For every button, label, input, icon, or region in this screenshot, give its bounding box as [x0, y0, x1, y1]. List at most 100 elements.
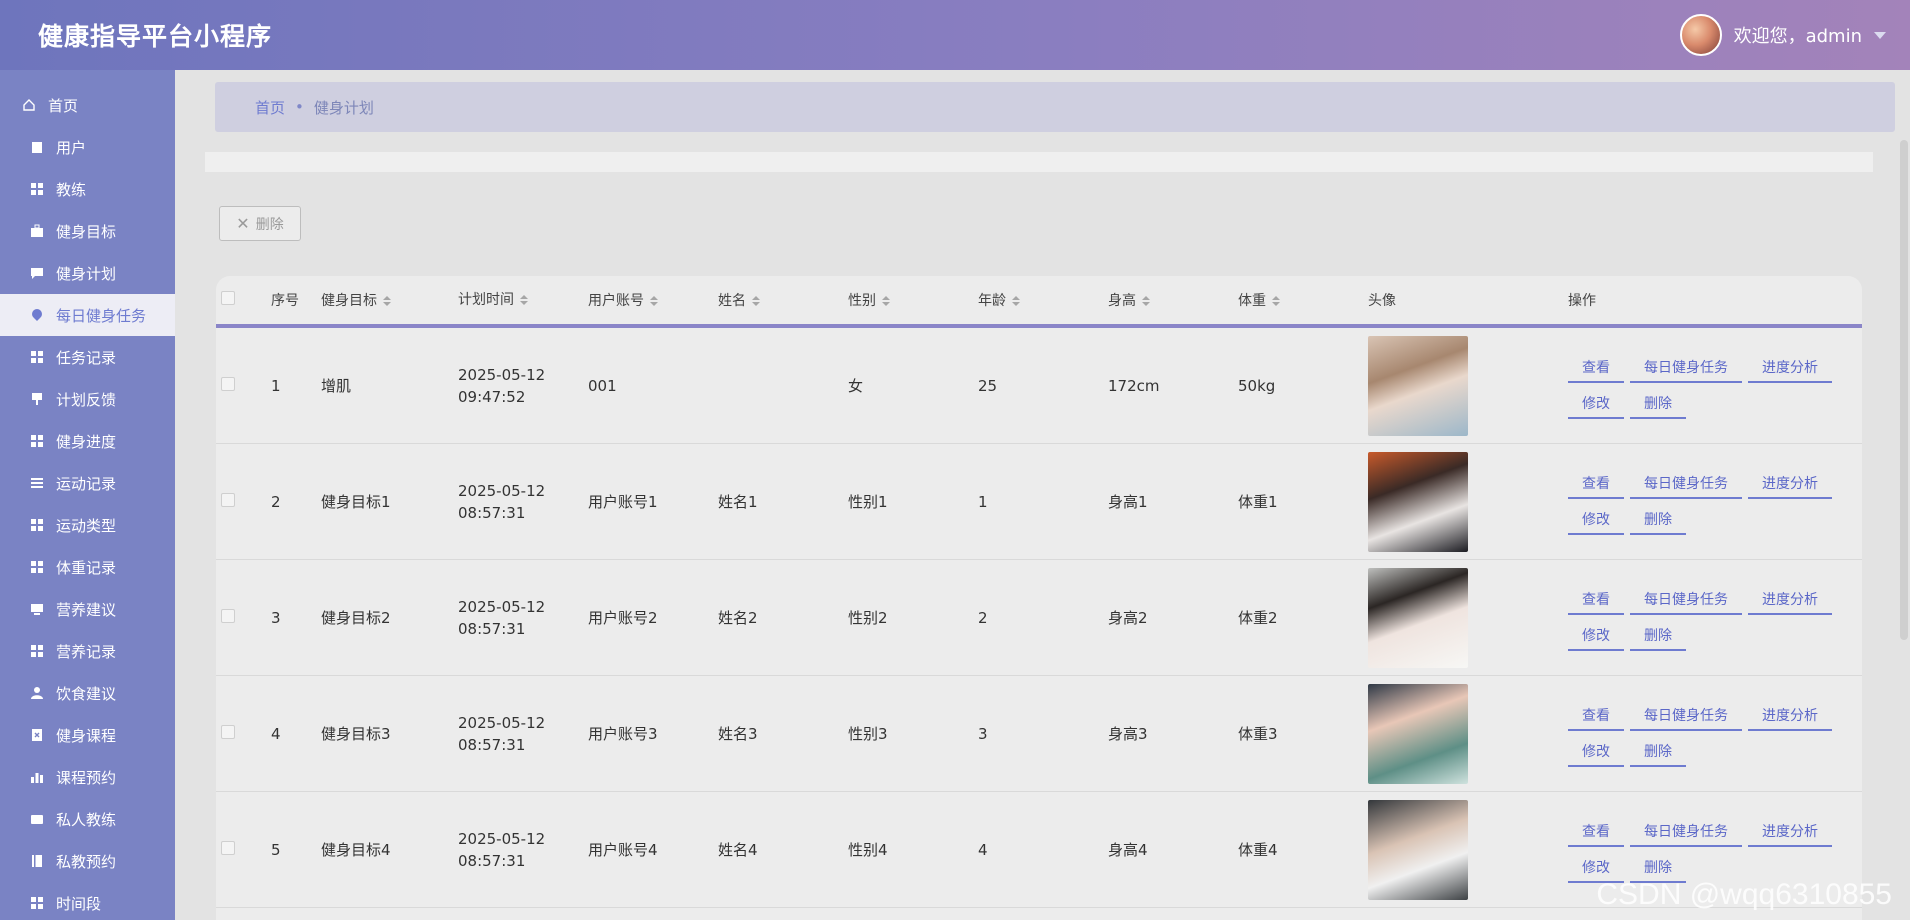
avatar[interactable]	[1679, 14, 1722, 56]
sort-icon[interactable]	[1272, 296, 1280, 306]
sort-icon[interactable]	[650, 296, 658, 306]
sidebar-item-nutrition-record[interactable]: 营养记录	[0, 630, 175, 672]
row-sex: 性别1	[848, 493, 888, 511]
sidebar-item-coach[interactable]: 教练	[0, 168, 175, 210]
row-goal: 健身目标4	[321, 841, 391, 859]
progress-analysis-button[interactable]: 进度分析	[1748, 585, 1832, 615]
row-weight: 体重3	[1238, 725, 1278, 743]
daily-task-button[interactable]: 每日健身任务	[1630, 469, 1742, 499]
progress-analysis-button[interactable]: 进度分析	[1748, 353, 1832, 383]
row-checkbox[interactable]	[221, 608, 235, 623]
view-button[interactable]: 查看	[1568, 469, 1624, 499]
header-time-cell[interactable]: 计划时间	[458, 289, 588, 311]
view-button[interactable]: 查看	[1568, 817, 1624, 847]
table-row: 2 健身目标1 2025-05-12 08:57:31 用户账号1 姓名1 性别…	[216, 444, 1862, 560]
row-avatar-cell	[1368, 451, 1568, 552]
row-sex: 性别3	[848, 725, 888, 743]
view-button[interactable]: 查看	[1568, 585, 1624, 615]
sort-icon[interactable]	[383, 296, 391, 306]
edit-button[interactable]: 修改	[1568, 389, 1624, 419]
grid-icon	[30, 182, 44, 196]
progress-analysis-button[interactable]: 进度分析	[1748, 469, 1832, 499]
daily-task-button[interactable]: 每日健身任务	[1630, 817, 1742, 847]
edit-button[interactable]: 修改	[1568, 621, 1624, 651]
delete-button[interactable]: 删除	[1630, 621, 1686, 651]
sidebar-item-fitness-course[interactable]: 健身课程	[0, 714, 175, 756]
sidebar-item-users[interactable]: 用户	[0, 126, 175, 168]
sidebar-item-label: 课程预约	[56, 768, 117, 787]
sidebar-item-label: 体重记录	[56, 558, 117, 577]
sidebar-item-label: 饮食建议	[56, 684, 117, 703]
sort-icon[interactable]	[752, 296, 760, 306]
delete-button[interactable]: 删除	[1630, 505, 1686, 535]
sidebar-item-home[interactable]: 首页	[0, 84, 175, 126]
sidebar-item-course-booking[interactable]: 课程预约	[0, 756, 175, 798]
sidebar-item-fitness-goal[interactable]: 健身目标	[0, 210, 175, 252]
sidebar-item-fitness-progress[interactable]: 健身进度	[0, 420, 175, 462]
header-sex-cell[interactable]: 性别	[848, 290, 978, 310]
row-goal: 增肌	[321, 377, 352, 395]
sidebar-item-fitness-plan[interactable]: 健身计划	[0, 252, 175, 294]
edit-button[interactable]: 修改	[1568, 737, 1624, 767]
table-header: 序号 健身目标 计划时间 用户账号 姓名 性别 年龄 身高 体重 头像 操作	[216, 276, 1862, 328]
row-index: 3	[271, 608, 281, 627]
row-checkbox[interactable]	[221, 492, 235, 507]
row-index: 2	[271, 492, 281, 511]
sidebar-item-task-record[interactable]: 任务记录	[0, 336, 175, 378]
daily-task-button[interactable]: 每日健身任务	[1630, 585, 1742, 615]
row-operations: 查看 每日健身任务 进度分析 修改 删除	[1568, 469, 1858, 535]
batch-delete-button[interactable]: ✕ 删除	[219, 206, 301, 241]
breadcrumb-home[interactable]: 首页	[255, 97, 285, 118]
header-goal-cell[interactable]: 健身目标	[321, 290, 458, 310]
sort-icon[interactable]	[1142, 296, 1150, 306]
pin-icon	[30, 392, 44, 406]
header-weight-cell[interactable]: 体重	[1238, 290, 1368, 310]
user-photo	[1368, 683, 1468, 784]
header-account-cell[interactable]: 用户账号	[588, 290, 718, 310]
row-checkbox[interactable]	[221, 724, 235, 739]
header-age-cell[interactable]: 年龄	[978, 290, 1108, 310]
row-checkbox[interactable]	[221, 376, 235, 391]
user-menu[interactable]: 欢迎您，admin	[1679, 14, 1886, 56]
sidebar-item-plan-feedback[interactable]: 计划反馈	[0, 378, 175, 420]
daily-task-button[interactable]: 每日健身任务	[1630, 353, 1742, 383]
row-name: 姓名2	[718, 609, 758, 627]
sort-icon[interactable]	[520, 295, 528, 305]
sidebar-item-label: 健身进度	[56, 432, 117, 451]
search-bar-area	[205, 152, 1873, 172]
sidebar-item-coach-booking[interactable]: 私教预约	[0, 840, 175, 882]
progress-analysis-button[interactable]: 进度分析	[1748, 817, 1832, 847]
sidebar-item-time-slot[interactable]: 时间段	[0, 882, 175, 920]
row-time: 2025-05-12 08:57:31	[458, 829, 546, 870]
delete-button[interactable]: 删除	[1630, 389, 1686, 419]
row-age: 1	[978, 492, 988, 511]
sidebar-item-weight-record[interactable]: 体重记录	[0, 546, 175, 588]
daily-task-button[interactable]: 每日健身任务	[1630, 701, 1742, 731]
row-avatar-cell	[1368, 683, 1568, 784]
sidebar-item-label: 营养记录	[56, 642, 117, 661]
sidebar-item-exercise-type[interactable]: 运动类型	[0, 504, 175, 546]
sidebar-item-personal-coach[interactable]: 私人教练	[0, 798, 175, 840]
data-table: 序号 健身目标 计划时间 用户账号 姓名 性别 年龄 身高 体重 头像 操作 1…	[216, 276, 1862, 920]
sidebar-item-exercise-record[interactable]: 运动记录	[0, 462, 175, 504]
header-time: 计划时间	[458, 292, 514, 308]
view-button[interactable]: 查看	[1568, 353, 1624, 383]
welcome-text[interactable]: 欢迎您，admin	[1734, 22, 1862, 48]
row-checkbox[interactable]	[221, 840, 235, 855]
sidebar-item-diet-advice[interactable]: 饮食建议	[0, 672, 175, 714]
sort-icon[interactable]	[1012, 296, 1020, 306]
header-name-cell[interactable]: 姓名	[718, 290, 848, 310]
page-scrollbar[interactable]	[1900, 140, 1908, 640]
header-height-cell[interactable]: 身高	[1108, 290, 1238, 310]
progress-analysis-button[interactable]: 进度分析	[1748, 701, 1832, 731]
sort-icon[interactable]	[882, 296, 890, 306]
sidebar-item-label: 任务记录	[56, 348, 117, 367]
delete-button[interactable]: 删除	[1630, 737, 1686, 767]
view-button[interactable]: 查看	[1568, 701, 1624, 731]
sidebar-item-nutrition-advice[interactable]: 营养建议	[0, 588, 175, 630]
row-account: 001	[588, 376, 617, 395]
edit-button[interactable]: 修改	[1568, 505, 1624, 535]
sidebar-item-daily-task[interactable]: 每日健身任务	[0, 294, 175, 336]
chevron-down-icon[interactable]	[1874, 31, 1886, 39]
select-all-checkbox[interactable]	[221, 291, 235, 305]
